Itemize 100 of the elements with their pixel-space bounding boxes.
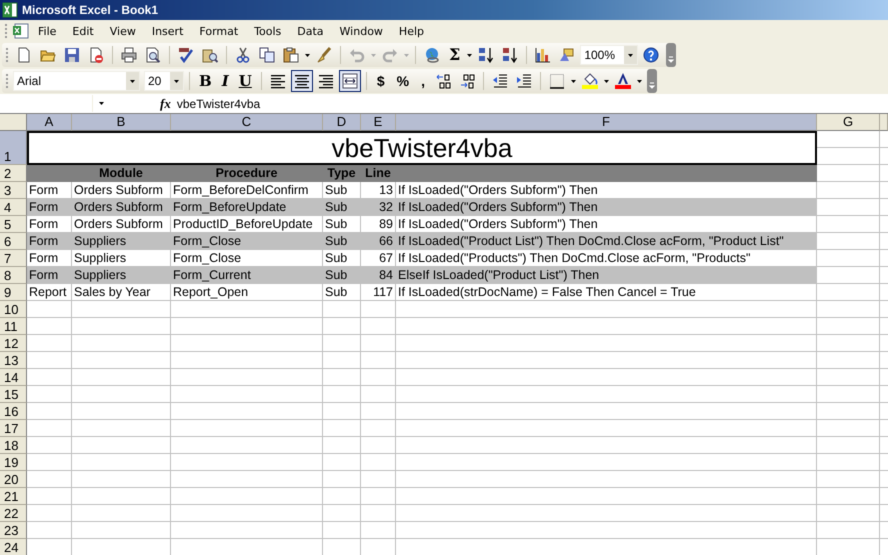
font-dropdown[interactable]: Arial [13, 71, 140, 91]
column-header[interactable]: D [323, 114, 361, 131]
permission-icon[interactable] [88, 47, 104, 63]
table-cell: Sub [323, 233, 361, 250]
menu-item[interactable]: Edit [64, 22, 102, 40]
row-header[interactable]: 9 [0, 284, 27, 301]
row-header[interactable]: 5 [0, 216, 27, 233]
save-icon[interactable] [64, 47, 80, 63]
merge-center-button[interactable] [338, 70, 361, 92]
row-header[interactable]: 3 [0, 182, 27, 199]
number-format-button[interactable]: , [416, 71, 430, 91]
grip-icon[interactable] [5, 47, 9, 63]
sort-ascending-icon[interactable] [478, 47, 494, 63]
row-header[interactable]: 15 [0, 386, 27, 403]
italic-button[interactable]: I [218, 71, 233, 91]
caret-icon[interactable] [636, 80, 642, 82]
row-header[interactable]: 13 [0, 352, 27, 369]
row-header[interactable]: 2 [0, 165, 27, 182]
research-icon[interactable] [202, 47, 218, 63]
row-header[interactable]: 4 [0, 199, 27, 216]
borders-icon[interactable] [548, 73, 565, 89]
printer-icon[interactable] [121, 47, 137, 63]
column-header[interactable]: E [361, 114, 396, 131]
underline-button[interactable]: U [234, 71, 256, 91]
header-cell: Line [361, 165, 396, 182]
title-cell[interactable]: vbeTwister4vba [27, 131, 817, 165]
clipboard-icon[interactable] [283, 47, 299, 63]
column-header[interactable]: F [396, 114, 817, 131]
align-left-icon [270, 73, 286, 89]
scissors-icon[interactable] [235, 47, 251, 63]
menu-item[interactable]: Data [289, 22, 332, 40]
table-cell: If IsLoaded(strDocName) = False Then Cancel = True [396, 284, 817, 301]
caret-icon[interactable] [570, 80, 576, 82]
menu-item[interactable]: Tools [246, 22, 290, 40]
menu-item[interactable]: Insert [144, 22, 192, 40]
zoom-dropdown[interactable]: 100% [580, 45, 638, 65]
row-header[interactable]: 7 [0, 250, 27, 267]
row-header[interactable]: 24 [0, 539, 27, 555]
toolbar-options-icon[interactable] [666, 43, 676, 67]
select-all-button[interactable] [0, 114, 27, 131]
row-header[interactable]: 12 [0, 335, 27, 352]
sort-descending-icon[interactable] [502, 47, 518, 63]
number-format-button[interactable]: $ [372, 71, 390, 91]
row-header[interactable]: 21 [0, 488, 27, 505]
column-header[interactable]: A [27, 114, 72, 131]
center-button[interactable] [290, 70, 313, 92]
copy-icon[interactable] [259, 47, 275, 63]
menu-item[interactable]: File [30, 22, 64, 40]
workbook-icon[interactable] [12, 22, 30, 40]
row-header[interactable]: 10 [0, 301, 27, 318]
increase-indent-icon[interactable] [516, 73, 532, 89]
print-preview-icon[interactable] [145, 47, 161, 63]
drawing-icon[interactable] [559, 47, 576, 63]
caret-icon[interactable] [305, 54, 310, 56]
menu-item[interactable]: Format [191, 22, 246, 40]
row-header[interactable]: 23 [0, 522, 27, 539]
row-header[interactable]: 16 [0, 403, 27, 420]
row-header[interactable]: 17 [0, 420, 27, 437]
spelling-check-icon[interactable] [178, 47, 194, 63]
menu-item[interactable]: Window [332, 22, 391, 40]
table-cell: 117 [361, 284, 396, 301]
decrease-indent-icon[interactable] [492, 73, 508, 89]
row-header[interactable]: 22 [0, 505, 27, 522]
caret-icon[interactable] [99, 102, 104, 105]
row-header[interactable]: 18 [0, 437, 27, 454]
toolbar-options-icon[interactable] [646, 69, 657, 93]
column-header[interactable]: C [171, 114, 323, 131]
caret-icon[interactable] [467, 54, 472, 56]
paintbrush-icon[interactable] [316, 47, 332, 63]
row-header[interactable]: 11 [0, 318, 27, 335]
grip-icon[interactable] [5, 73, 9, 89]
column-header[interactable] [880, 114, 888, 131]
decrease-decimal-icon[interactable] [458, 73, 475, 89]
grip-icon[interactable] [4, 23, 8, 39]
globe-icon[interactable] [424, 47, 440, 63]
column-header[interactable]: G [817, 114, 880, 131]
row-header[interactable]: 6 [0, 233, 27, 250]
number-format-button[interactable]: % [392, 71, 414, 91]
bold-button[interactable]: B [195, 71, 216, 91]
help-icon[interactable] [643, 47, 660, 63]
increase-decimal-icon[interactable] [434, 73, 451, 89]
fill-bucket-icon[interactable] [582, 73, 598, 89]
row-header[interactable]: 20 [0, 471, 27, 488]
menu-item[interactable]: Help [390, 22, 432, 40]
autosum-button[interactable]: Σ [445, 45, 464, 65]
row-header[interactable]: 19 [0, 454, 27, 471]
insert-function-button[interactable]: fx [160, 96, 171, 112]
font-size-dropdown[interactable]: 20 [144, 71, 184, 91]
table-cell: Report_Open [171, 284, 323, 301]
column-header[interactable]: B [72, 114, 171, 131]
row-header[interactable]: 1 [0, 131, 27, 165]
caret-icon[interactable] [604, 80, 609, 82]
row-header[interactable]: 14 [0, 369, 27, 386]
bar-chart-icon[interactable] [535, 47, 552, 63]
menu-item[interactable]: View [102, 22, 144, 40]
new-document-icon[interactable] [16, 47, 32, 63]
font-color-icon[interactable] [614, 73, 631, 89]
row-header[interactable]: 8 [0, 267, 27, 284]
formula-field[interactable]: vbeTwister4vba [176, 96, 888, 110]
caret-icon [628, 54, 634, 56]
